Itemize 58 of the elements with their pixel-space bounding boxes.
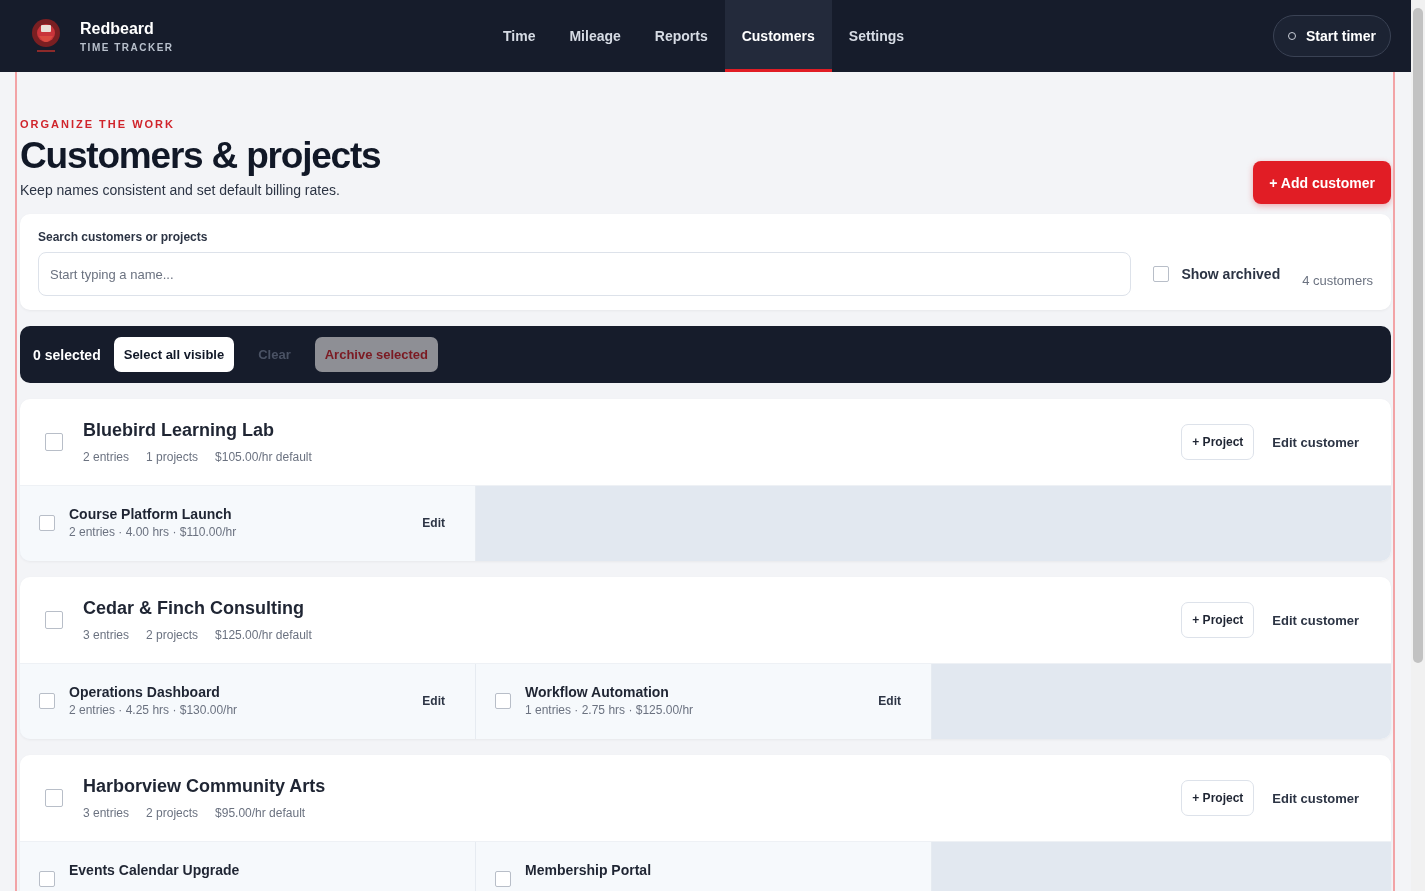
customer-stat: 2 projects	[146, 628, 199, 642]
checkbox[interactable]	[45, 611, 63, 629]
project-name: Events Calendar Upgrade	[69, 862, 241, 878]
checkbox[interactable]	[39, 871, 55, 887]
checkbox[interactable]	[39, 515, 55, 531]
eyebrow-label: ORGANIZE THE WORK	[20, 118, 176, 130]
page-title: Customers & projects	[20, 136, 381, 176]
start-timer-button[interactable]: Start timer	[1272, 15, 1391, 57]
checkbox[interactable]	[495, 871, 511, 887]
brand-name: Redbeard	[80, 19, 155, 38]
nav-tab[interactable]: Time	[486, 0, 553, 72]
brand-tagline: TIME TRACKER	[80, 41, 174, 53]
edit-customer-button[interactable]: Edit customer	[1272, 434, 1359, 450]
customer-stat: 3 entries	[83, 806, 130, 820]
edit-customer-button[interactable]: Edit customer	[1272, 790, 1359, 806]
project-details: 2 entries · 4.25 hrs · $130.00/hr	[69, 703, 239, 717]
project-name: Workflow Automation	[525, 684, 670, 700]
customer-count: 4 customers	[1302, 273, 1373, 290]
scrollbar[interactable]	[1411, 0, 1425, 891]
add-project-button[interactable]: + Project	[1181, 424, 1255, 460]
customer-name: Harborview Community Arts	[83, 776, 327, 797]
search-field[interactable]: Start typing a name...	[38, 252, 1132, 296]
checkbox[interactable]	[495, 693, 511, 709]
add-customer-button[interactable]: + Add customer	[1253, 161, 1391, 204]
project-name: Operations Dashboard	[69, 684, 221, 700]
edit-project-button[interactable]: Edit	[416, 693, 451, 709]
show-archived-label[interactable]: Show archived	[1181, 266, 1281, 282]
add-project-button[interactable]: + Project	[1181, 602, 1255, 638]
customer-stat: $95.00/hr default	[215, 806, 306, 820]
nav-tab[interactable]: Mileage	[552, 0, 638, 72]
edit-project-button[interactable]: Edit	[416, 515, 451, 531]
checkbox[interactable]	[1153, 266, 1170, 282]
select-all-button[interactable]: Select all visible	[113, 337, 235, 372]
project-details: 2 entries · 4.00 hrs · $110.00/hr	[69, 525, 238, 539]
project-name: Course Platform Launch	[69, 506, 233, 522]
customer-stat: 1 projects	[146, 450, 199, 464]
nav-tab[interactable]: Settings	[831, 0, 922, 72]
scrollbar-thumb[interactable]	[1413, 8, 1423, 663]
customer-stat: 2 projects	[146, 806, 199, 820]
customer-stat: 3 entries	[83, 628, 130, 642]
selected-count: 0 selected	[33, 346, 101, 363]
edit-project-button[interactable]: Edit	[872, 693, 907, 709]
nav-tab[interactable]: Customers	[724, 0, 832, 72]
customer-name: Cedar & Finch Consulting	[83, 598, 305, 619]
checkbox[interactable]	[39, 693, 55, 709]
checkbox[interactable]	[45, 789, 63, 807]
page-subtitle: Keep names consistent and set default billing rates.	[20, 182, 341, 198]
customer-stat: $105.00/hr default	[215, 450, 312, 464]
edit-customer-button[interactable]: Edit customer	[1272, 612, 1359, 628]
add-project-button[interactable]: + Project	[1181, 780, 1255, 816]
customer-stat: $125.00/hr default	[215, 628, 312, 642]
customer-stat: 2 entries	[83, 450, 130, 464]
project-name: Membership Portal	[525, 862, 653, 878]
search-label: Search customers or projects	[38, 230, 209, 244]
project-details: 1 entries · 2.75 hrs · $125.00/hr	[525, 703, 695, 717]
checkbox[interactable]	[45, 433, 63, 451]
nav-tab[interactable]: Reports	[637, 0, 725, 72]
customer-name: Bluebird Learning Lab	[83, 420, 275, 441]
